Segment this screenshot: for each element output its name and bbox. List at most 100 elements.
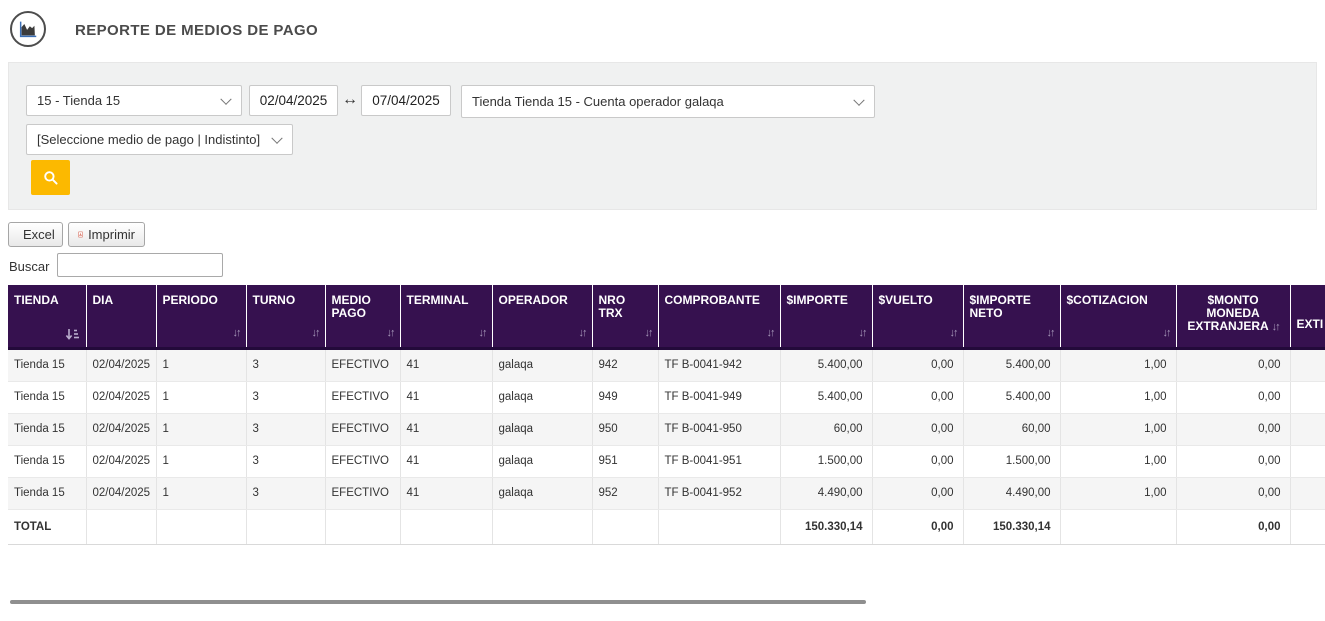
table-cell: EFECTIVO: [325, 348, 401, 382]
table-cell: 0,00: [1176, 509, 1291, 545]
search-button[interactable]: [31, 160, 70, 195]
column-header-tienda[interactable]: TIENDA: [8, 285, 87, 350]
table-cell: 3: [246, 348, 326, 382]
sort-icon: ↓↑: [232, 326, 242, 339]
sort-icon: ↓↑: [644, 326, 654, 339]
table-cell: EFECTIVO: [325, 413, 401, 446]
table-cell: [1060, 509, 1177, 545]
table-cell: 150.330,14: [780, 509, 873, 545]
table-header-row: TIENDA DIA PERIODO ↓↑ TURNO ↓↑ MEDIO PAGO ↓↑ TE…: [8, 285, 1325, 350]
table-cell: 1,00: [1060, 413, 1177, 446]
sort-icon: ↓↑: [1271, 321, 1281, 333]
store-select[interactable]: 15 - Tienda 15: [26, 85, 242, 116]
table-cell: TF B-0041-949: [658, 381, 781, 414]
table-cell: [86, 509, 157, 545]
table-cell: [325, 509, 401, 545]
table-cell: 5.400,00: [780, 348, 873, 382]
column-header--cotizacion[interactable]: $COTIZACION ↓↑: [1060, 285, 1177, 350]
table-body: Tienda 15 02/04/2025 1 3 EFECTIVO 41 galaqa 942…: [8, 348, 1325, 545]
column-header-turno[interactable]: TURNO ↓↑: [246, 285, 326, 350]
store-select-value: 15 - Tienda 15: [37, 93, 121, 108]
table-cell: 951: [592, 445, 659, 478]
column-header-dia: DIA: [86, 285, 157, 350]
column-header--importe[interactable]: $IMPORTE ↓↑: [780, 285, 873, 350]
column-header-label: TURNO: [252, 293, 296, 307]
table-cell: 150.330,14: [963, 509, 1061, 545]
table-cell: 1: [156, 348, 247, 382]
column-header-label: TIENDA: [14, 293, 59, 307]
table-row: Tienda 15 02/04/2025 1 3 EFECTIVO 41 galaqa 952…: [8, 477, 1325, 510]
payment-method-select[interactable]: [Seleccione medio de pago | Indistinto]: [26, 124, 293, 155]
column-header--vuelto[interactable]: $VUELTO ↓↑: [872, 285, 964, 350]
table-cell: 02/04/2025: [86, 477, 157, 510]
date-to-input[interactable]: 07/04/2025: [361, 85, 451, 116]
column-header-label: MEDIO PAGO: [331, 293, 371, 320]
column-header-label: $MONTO MONEDA EXTRANJERA: [1187, 293, 1269, 333]
table-cell: 1,00: [1060, 445, 1177, 478]
column-header-label: DIA: [92, 293, 114, 307]
table-cell: 942: [592, 348, 659, 382]
table-cell: TF B-0041-950: [658, 413, 781, 446]
filter-panel: 15 - Tienda 15 02/04/2025 ↔ 07/04/2025 T…: [8, 62, 1317, 210]
table-cell: 02/04/2025: [86, 445, 157, 478]
table-cell: galaqa: [492, 413, 593, 446]
column-header--monto-moneda-extranjera[interactable]: $MONTO MONEDA EXTRANJERA ↓↑: [1176, 285, 1291, 350]
column-header-label: PERIODO: [162, 293, 218, 307]
table-cell: 1: [156, 445, 247, 478]
column-header-periodo[interactable]: PERIODO ↓↑: [156, 285, 247, 350]
buscar-input[interactable]: [57, 253, 223, 277]
sort-icon: ↓↑: [478, 326, 488, 339]
chevron-down-icon: [853, 94, 865, 106]
table-cell: [1290, 348, 1325, 382]
table-cell: 952: [592, 477, 659, 510]
table-cell: 41: [400, 445, 493, 478]
table-cell: TF B-0041-942: [658, 348, 781, 382]
table-cell: 02/04/2025: [86, 381, 157, 414]
sort-icon: ↓↑: [1162, 326, 1172, 339]
excel-button-label: Excel: [23, 227, 55, 242]
account-select[interactable]: Tienda Tienda 15 - Cuenta operador galaq…: [461, 85, 875, 118]
payment-select-value: [Seleccione medio de pago | Indistinto]: [37, 132, 261, 147]
column-header-terminal[interactable]: TERMINAL ↓↑: [400, 285, 493, 350]
sort-icon: ↓↑: [1046, 326, 1056, 339]
table-cell: 0,00: [872, 445, 964, 478]
table-cell: 3: [246, 445, 326, 478]
column-header-label: COMPROBANTE: [664, 293, 760, 307]
table-cell: Tienda 15: [8, 381, 87, 414]
table-cell: galaqa: [492, 381, 593, 414]
table-cell: 5.400,00: [780, 381, 873, 414]
table-cell: [1290, 477, 1325, 510]
table-cell: [1290, 509, 1325, 545]
column-header--importe-neto[interactable]: $IMPORTE NETO ↓↑: [963, 285, 1061, 350]
column-header-nro-trx[interactable]: NRO TRX ↓↑: [592, 285, 659, 350]
table-row: Tienda 15 02/04/2025 1 3 EFECTIVO 41 galaqa 951…: [8, 445, 1325, 478]
table-cell: 0,00: [872, 477, 964, 510]
sort-ascending-icon: [65, 328, 79, 340]
column-header-medio-pago[interactable]: MEDIO PAGO ↓↑: [325, 285, 401, 350]
sort-icon: ↓↑: [578, 326, 588, 339]
table-cell: 5.400,00: [963, 381, 1061, 414]
horizontal-scrollbar[interactable]: [10, 600, 866, 604]
buscar-label: Buscar: [9, 259, 50, 274]
column-header-label: $IMPORTE NETO: [969, 293, 1031, 320]
table-cell: 1.500,00: [780, 445, 873, 478]
table-cell: 3: [246, 381, 326, 414]
column-header-label: $VUELTO: [878, 293, 933, 307]
date-from-input[interactable]: 02/04/2025: [249, 85, 338, 116]
column-header-comprobante[interactable]: COMPROBANTE ↓↑: [658, 285, 781, 350]
table-cell: 02/04/2025: [86, 413, 157, 446]
table-cell: 0,00: [872, 509, 964, 545]
table-cell: 0,00: [1176, 445, 1291, 478]
table-cell: 0,00: [1176, 413, 1291, 446]
column-header-label: TERMINAL: [406, 293, 469, 307]
table-cell: 1,00: [1060, 381, 1177, 414]
column-header-label: $COTIZACION: [1066, 293, 1148, 307]
sort-icon: ↓↑: [949, 326, 959, 339]
imprimir-button[interactable]: A Imprimir: [68, 222, 145, 247]
date-range-arrow-icon: ↔: [342, 91, 358, 108]
table-cell: [156, 509, 247, 545]
table-cell: 3: [246, 413, 326, 446]
column-header-operador[interactable]: OPERADOR ↓↑: [492, 285, 593, 350]
account-select-value: Tienda Tienda 15 - Cuenta operador galaq…: [472, 94, 724, 109]
excel-button[interactable]: x Excel: [8, 222, 63, 247]
